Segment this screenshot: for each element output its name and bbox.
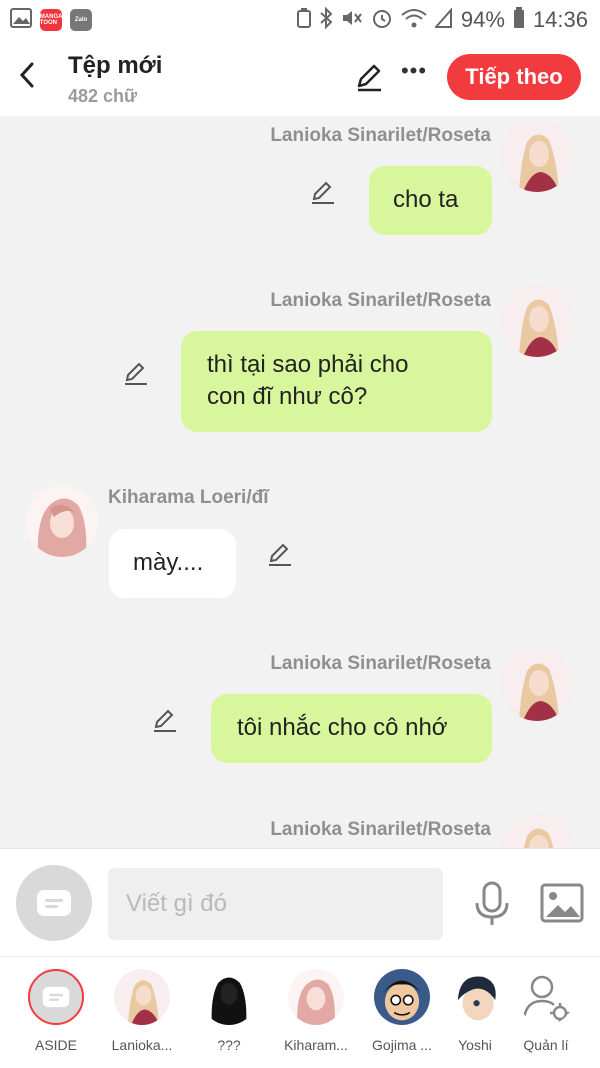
image-icon <box>540 883 584 923</box>
character-label: Yoshi <box>458 1037 492 1053</box>
avatar <box>374 969 430 1025</box>
wifi-icon <box>401 8 427 33</box>
character-kiharama[interactable]: Kiharam... <box>274 969 358 1053</box>
avatar[interactable] <box>501 649 573 721</box>
character-lanioka[interactable]: Lanioka... <box>100 969 184 1053</box>
word-count: 482 chữ <box>68 86 138 106</box>
chat-area[interactable]: Lanioka Sinarilet/Roseta cho ta Lanioka … <box>0 116 600 848</box>
composer-bar <box>0 848 600 957</box>
pencil-icon <box>312 181 334 204</box>
message-bubble[interactable]: thì tại sao phải cho con đĩ như cô? <box>181 331 492 432</box>
bluetooth-icon <box>319 6 333 34</box>
message-text: cho ta <box>393 186 459 213</box>
editor-header: Tệp mới 482 chữ ••• Tiếp theo <box>0 40 600 116</box>
message-bubble[interactable]: cho ta <box>369 166 492 235</box>
message-text: tôi nhắc cho cô nhớ <box>237 714 448 741</box>
avatar[interactable] <box>501 120 573 192</box>
message-bubble[interactable]: tôi nhắc cho cô nhớ <box>211 694 492 763</box>
microphone-icon <box>475 881 509 925</box>
edit-message-button[interactable] <box>122 359 150 387</box>
message-input[interactable] <box>108 868 443 940</box>
manage-characters-button[interactable]: Quản lí <box>504 969 588 1053</box>
message-text-line: thì tại sao phải cho <box>207 351 409 378</box>
character-gojima[interactable]: Gojima ... <box>360 969 444 1053</box>
edit-title-button[interactable] <box>354 62 384 92</box>
signal-icon <box>433 6 453 33</box>
speech-bubble-icon <box>37 890 71 916</box>
gallery-notification-icon <box>10 7 32 33</box>
mute-icon <box>341 8 363 33</box>
character-name: Kiharama Loeri/đĩ <box>108 487 269 508</box>
edit-message-button[interactable] <box>309 178 337 206</box>
character-yoshi[interactable]: Yoshi <box>446 969 504 1053</box>
pencil-icon <box>154 709 176 732</box>
edit-message-button[interactable] <box>151 706 179 734</box>
avatar <box>447 969 503 1025</box>
character-name: Lanioka Sinarilet/Roseta <box>270 653 491 674</box>
pencil-icon <box>269 543 291 566</box>
character-unknown[interactable]: ??? <box>187 969 271 1053</box>
message-text: mày.... <box>133 549 204 576</box>
message-text-line: con đĩ như cô? <box>207 383 368 410</box>
character-name: Lanioka Sinarilet/Roseta <box>270 125 491 146</box>
message-bubble[interactable]: mày.... <box>109 529 236 598</box>
battery-percent: 94% <box>460 7 505 32</box>
avatar[interactable] <box>26 485 98 557</box>
avatar[interactable] <box>501 814 573 848</box>
next-button[interactable]: Tiếp theo <box>447 54 581 100</box>
avatar <box>114 969 170 1025</box>
character-label: Kiharam... <box>284 1037 348 1053</box>
character-label: Quản lí <box>523 1037 569 1053</box>
edit-message-button[interactable] <box>266 540 294 568</box>
mangatoon-notification-icon: MANGA TOON <box>40 9 62 31</box>
aside-toggle-button[interactable] <box>16 865 92 941</box>
battery-saver-icon <box>296 7 311 33</box>
pencil-icon <box>125 362 147 385</box>
more-dots-icon: ••• <box>400 58 428 83</box>
battery-icon <box>513 6 525 34</box>
chevron-left-icon <box>19 62 34 88</box>
zalo-notification-icon: Zalo <box>70 9 92 31</box>
character-aside[interactable]: ASIDE <box>14 969 98 1053</box>
character-label: Lanioka... <box>111 1037 173 1053</box>
character-name: Lanioka Sinarilet/Roseta <box>270 819 491 840</box>
character-label: ASIDE <box>34 1037 77 1053</box>
aside-icon <box>28 969 84 1025</box>
insert-image-button[interactable] <box>540 883 584 923</box>
status-bar: MANGA TOON Zalo 94% 14:36 <box>0 0 600 40</box>
voice-input-button[interactable] <box>472 881 512 927</box>
back-button[interactable] <box>14 60 40 90</box>
clock: 14:36 <box>532 7 588 32</box>
character-label: ??? <box>217 1037 241 1053</box>
avatar <box>288 969 344 1025</box>
avatar[interactable] <box>501 285 573 357</box>
page-title: Tệp mới <box>68 52 163 79</box>
character-label: Gojima ... <box>372 1037 432 1053</box>
character-name: Lanioka Sinarilet/Roseta <box>270 290 491 311</box>
manage-user-icon <box>518 969 574 1025</box>
alarm-icon <box>371 7 393 34</box>
avatar <box>201 969 257 1025</box>
more-options-button[interactable]: ••• <box>400 58 428 88</box>
character-bar: ASIDE Lanioka... ??? Kiharam... Gojima .… <box>0 956 600 1068</box>
pencil-icon <box>357 64 381 92</box>
